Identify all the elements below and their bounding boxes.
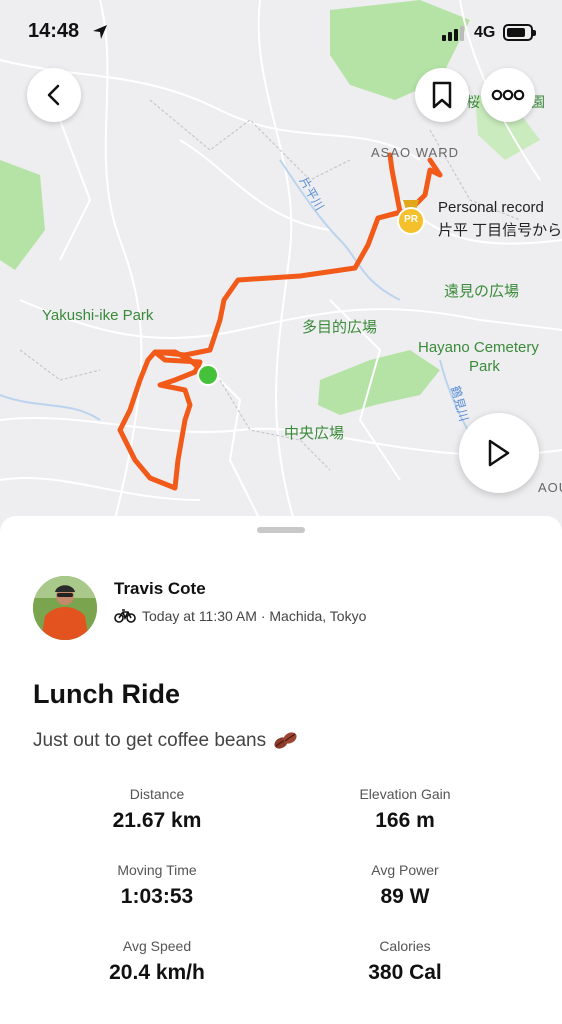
stat-elevation-gain: Elevation Gain 166 m [280, 786, 530, 833]
bookmark-icon [432, 81, 452, 109]
activity-meta: Today at 11:30 AM · Machida, Tokyo [114, 608, 366, 624]
activity-title: Lunch Ride [33, 679, 180, 709]
pr-medal-icon[interactable]: PR [396, 200, 426, 236]
stat-avg-power: Avg Power 89 W [280, 862, 530, 909]
stat-value: 89 W [380, 885, 430, 908]
athlete-avatar[interactable] [33, 576, 97, 640]
cellular-signal-icon [442, 26, 464, 41]
stat-avg-speed: Avg Speed 20.4 km/h [32, 938, 282, 985]
stat-label: Moving Time [117, 862, 197, 878]
stat-label: Calories [379, 938, 431, 954]
back-button[interactable] [27, 68, 81, 122]
map-label-personal-record: Personal record [438, 199, 544, 216]
map-label-chuo-hiroba: 中央広場 [284, 425, 345, 442]
stat-label: Distance [129, 786, 185, 802]
map-label-tomi-hiroba: 遠見の広場 [444, 283, 520, 300]
athlete-name[interactable]: Travis Cote [114, 579, 206, 599]
bookmark-button[interactable] [415, 68, 469, 122]
avatar-image [33, 576, 97, 640]
map-label-asao-ward: ASAO WARD [371, 145, 459, 160]
map-label-yakushi-ike-park: Yakushi-ike Park [42, 307, 154, 324]
coffee-bean-icon [274, 732, 297, 749]
activity-sheet: Travis Cote Today at 11:30 AM · Machida,… [0, 516, 562, 1024]
stat-calories: Calories 380 Cal [280, 938, 530, 985]
map-label-hayano-cemetery: Hayano Cemetery [418, 339, 539, 356]
stat-label: Elevation Gain [359, 786, 451, 802]
stat-value: 1:03:53 [120, 885, 194, 908]
map-label-tamokuteki-hiroba: 多目的広場 [302, 319, 378, 336]
park-area [318, 350, 440, 415]
stat-value: 20.4 km/h [109, 961, 205, 984]
map-label-hayano-cemetery-park: Park [469, 358, 500, 375]
bike-icon [114, 609, 136, 623]
activity-description: Just out to get coffee beans [33, 730, 298, 752]
network-type: 4G [474, 24, 496, 41]
status-time: 14:48 [28, 20, 80, 42]
start-marker [197, 364, 219, 386]
map-label-edge-aou: AOU [538, 480, 562, 495]
stat-value: 21.67 km [112, 809, 202, 832]
more-dots-icon [491, 89, 525, 101]
stat-label: Avg Power [371, 862, 439, 878]
stat-label: Avg Speed [122, 938, 192, 954]
battery-icon [503, 24, 536, 41]
activity-time-location: Today at 11:30 AM · Machida, Tokyo [142, 608, 367, 624]
park-area [0, 160, 45, 270]
play-icon [488, 439, 510, 467]
stat-value: 380 Cal [368, 961, 442, 984]
pr-medal-label: PR [404, 214, 418, 225]
route-map[interactable]: ASAO WARD Personal record 片平 丁目信号から Yaku… [0, 0, 562, 540]
stat-distance: Distance 21.67 km [32, 786, 282, 833]
map-label-pr-segment: 片平 丁目信号から [438, 222, 562, 239]
location-arrow-icon [93, 25, 107, 39]
sheet-grabber[interactable] [257, 527, 305, 533]
activity-description-text: Just out to get coffee beans [33, 730, 267, 751]
more-options-button[interactable] [481, 68, 535, 122]
stat-moving-time: Moving Time 1:03:53 [32, 862, 282, 909]
stat-value: 166 m [375, 809, 435, 832]
chevron-left-icon [47, 84, 60, 106]
flyover-play-button[interactable] [459, 413, 539, 493]
status-bar: 14:48 4G [0, 0, 562, 64]
